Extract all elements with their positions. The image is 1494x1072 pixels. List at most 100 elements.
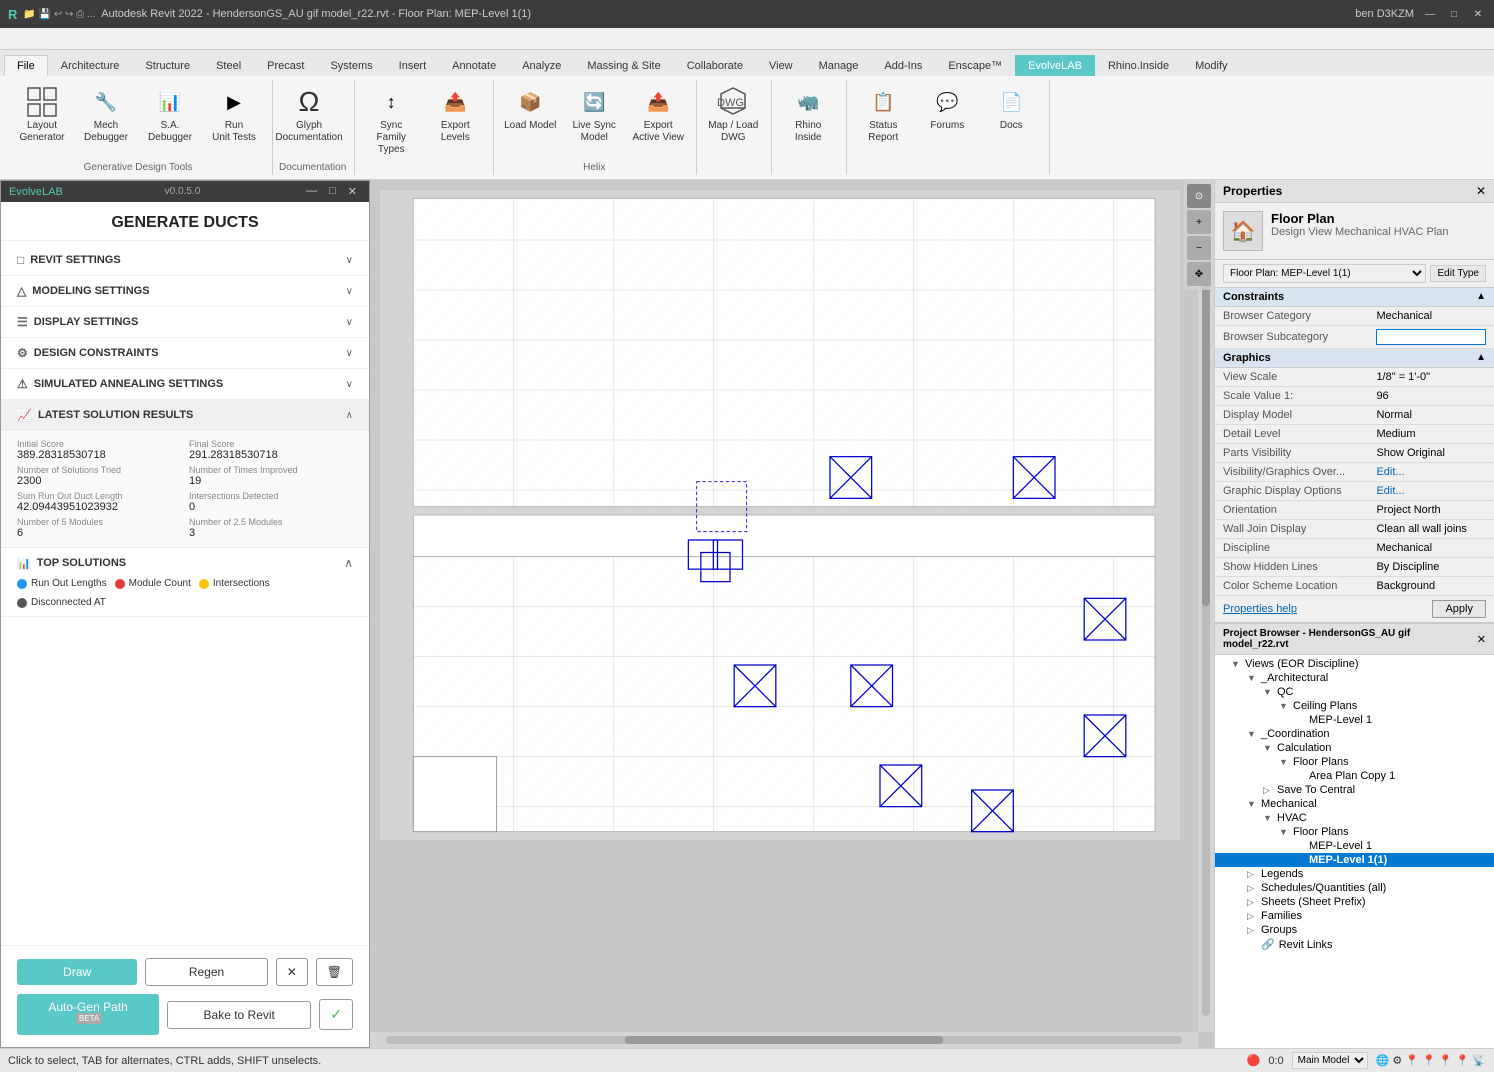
tab-view[interactable]: View — [756, 55, 806, 76]
tree-hvac-expand[interactable]: ▼ — [1263, 813, 1275, 823]
tree-arch-expand[interactable]: ▼ — [1247, 673, 1259, 683]
graphic-display-value[interactable]: Edit... — [1368, 482, 1494, 501]
tree-legends-expand[interactable]: ▷ — [1247, 869, 1259, 880]
horizontal-scrollbar[interactable] — [370, 1032, 1198, 1048]
properties-close-button[interactable]: ✕ — [1476, 184, 1486, 198]
tree-mech-expand[interactable]: ▼ — [1247, 799, 1259, 809]
tree-qc-expand[interactable]: ▼ — [1263, 687, 1275, 697]
vertical-scrollbar[interactable] — [1198, 180, 1214, 1032]
tab-steel[interactable]: Steel — [203, 55, 254, 76]
panel-close-button[interactable]: ✕ — [344, 185, 361, 198]
export-levels-button[interactable]: 📤 ExportLevels — [425, 84, 485, 146]
maximize-button[interactable]: □ — [1446, 6, 1462, 22]
canvas-area[interactable]: ⊙ + − ✥ — [370, 180, 1214, 1048]
tab-massing[interactable]: Massing & Site — [574, 55, 673, 76]
browser-subcategory-input[interactable] — [1376, 329, 1486, 345]
revit-settings-section[interactable]: □ REVIT SETTINGS ∨ — [1, 245, 369, 276]
visibility-graphics-value[interactable]: Edit... — [1368, 463, 1494, 482]
close-button[interactable]: ✕ — [1470, 6, 1486, 22]
constraints-section-header[interactable]: Constraints ▲ — [1215, 288, 1494, 307]
tree-legends[interactable]: ▷ Legends — [1215, 867, 1494, 881]
clear-button[interactable]: ✕ — [276, 958, 308, 986]
tree-mep-level1-arch[interactable]: MEP-Level 1 — [1215, 713, 1494, 727]
tree-schedules-expand[interactable]: ▷ — [1247, 883, 1259, 894]
forums-button[interactable]: 💬 Forums — [917, 84, 977, 134]
top-solutions-header[interactable]: 📊 TOP SOLUTIONS ∧ — [1, 548, 369, 574]
tab-file[interactable]: File — [4, 55, 48, 76]
floor-plan-canvas[interactable] — [380, 190, 1180, 840]
tree-mep-level1-hvac[interactable]: MEP-Level 1 — [1215, 839, 1494, 853]
regen-button[interactable]: Regen — [145, 958, 267, 986]
tab-addins[interactable]: Add-Ins — [871, 55, 935, 76]
tree-revit-links[interactable]: 🔗 Revit Links — [1215, 937, 1494, 952]
tab-manage[interactable]: Manage — [806, 55, 872, 76]
tree-expand-icon[interactable]: ▼ — [1231, 659, 1243, 669]
tree-fp-hvac-expand[interactable]: ▼ — [1279, 827, 1291, 837]
sa-debugger-button[interactable]: 📊 S.A.Debugger — [140, 84, 200, 146]
model-selector[interactable]: Main Model — [1292, 1052, 1368, 1069]
tab-rhinoinside[interactable]: Rhino.Inside — [1095, 55, 1182, 76]
simulated-annealing-section[interactable]: ⚠ SIMULATED ANNEALING SETTINGS ∨ — [1, 369, 369, 400]
tab-annotate[interactable]: Annotate — [439, 55, 509, 76]
scrollbar-thumb-v[interactable] — [1202, 278, 1210, 606]
tree-groups-expand[interactable]: ▷ — [1247, 925, 1259, 936]
modeling-settings-section[interactable]: △ MODELING SETTINGS ∨ — [1, 276, 369, 307]
confirm-button[interactable]: ✓ — [319, 999, 353, 1030]
load-model-button[interactable]: 📦 Load Model — [500, 84, 560, 134]
apply-button[interactable]: Apply — [1432, 600, 1486, 618]
tree-mep-level1-1[interactable]: MEP-Level 1(1) — [1215, 853, 1494, 867]
tree-coordination[interactable]: ▼ _Coordination — [1215, 727, 1494, 741]
tab-systems[interactable]: Systems — [317, 55, 385, 76]
display-settings-section[interactable]: ☰ DISPLAY SETTINGS ∨ — [1, 307, 369, 338]
tab-evolvelab[interactable]: EvolveLAB — [1015, 55, 1095, 76]
tree-calc-expand[interactable]: ▼ — [1263, 743, 1275, 753]
rhino-inside-button[interactable]: 🦏 RhinoInside — [778, 84, 838, 146]
latest-results-section[interactable]: 📈 LATEST SOLUTION RESULTS ∧ — [1, 400, 369, 431]
tree-ceiling-plans[interactable]: ▼ Ceiling Plans — [1215, 699, 1494, 713]
tree-floor-plans-hvac[interactable]: ▼ Floor Plans — [1215, 825, 1494, 839]
tree-calculation[interactable]: ▼ Calculation — [1215, 741, 1494, 755]
delete-button[interactable]: 🗑 — [316, 958, 353, 986]
tab-analyze[interactable]: Analyze — [509, 55, 574, 76]
mech-debugger-button[interactable]: 🔧 MechDebugger — [76, 84, 136, 146]
graphics-section-header[interactable]: Graphics ▲ — [1215, 349, 1494, 368]
docs-button[interactable]: 📄 Docs — [981, 84, 1041, 134]
properties-help-link[interactable]: Properties help — [1223, 603, 1297, 615]
map-load-dwg-button[interactable]: DWG Map / LoadDWG — [703, 84, 763, 146]
tree-coord-expand[interactable]: ▼ — [1247, 729, 1259, 739]
auto-gen-path-button[interactable]: Auto-Gen Path BETA — [17, 994, 159, 1035]
graphic-display-edit[interactable]: Edit... — [1376, 485, 1404, 497]
tree-views-eor[interactable]: ▼ Views (EOR Discipline) — [1215, 657, 1494, 671]
project-browser-tree[interactable]: ▼ Views (EOR Discipline) ▼ _Architectura… — [1215, 655, 1494, 1048]
tab-precast[interactable]: Precast — [254, 55, 317, 76]
draw-button[interactable]: Draw — [17, 959, 137, 985]
tab-structure[interactable]: Structure — [132, 55, 203, 76]
scrollbar-thumb-h[interactable] — [625, 1036, 943, 1044]
live-sync-button[interactable]: 🔄 Live SyncModel — [564, 84, 624, 146]
tree-groups[interactable]: ▷ Groups — [1215, 923, 1494, 937]
tree-families-expand[interactable]: ▷ — [1247, 911, 1259, 922]
nav-pan[interactable]: ✥ — [1187, 262, 1211, 286]
layout-generator-button[interactable]: LayoutGenerator — [12, 84, 72, 146]
tree-save-expand[interactable]: ▷ — [1263, 785, 1275, 796]
tree-floor-plans-coord[interactable]: ▼ Floor Plans — [1215, 755, 1494, 769]
tab-enscape[interactable]: Enscape™ — [935, 55, 1015, 76]
edit-type-button[interactable]: Edit Type — [1430, 265, 1486, 282]
tree-families[interactable]: ▷ Families — [1215, 909, 1494, 923]
nav-zoom-in[interactable]: + — [1187, 210, 1211, 234]
visibility-graphics-edit[interactable]: Edit... — [1376, 466, 1404, 478]
graphics-expand-icon[interactable]: ▲ — [1476, 352, 1486, 364]
nav-zoom-fit[interactable]: ⊙ — [1187, 184, 1211, 208]
export-active-view-button[interactable]: 📤 ExportActive View — [628, 84, 688, 146]
tree-qc[interactable]: ▼ QC — [1215, 685, 1494, 699]
tree-schedules[interactable]: ▷ Schedules/Quantities (all) — [1215, 881, 1494, 895]
run-unit-tests-button[interactable]: ▶ RunUnit Tests — [204, 84, 264, 146]
floor-plan-dropdown[interactable]: Floor Plan: MEP-Level 1(1) — [1223, 264, 1426, 283]
status-report-button[interactable]: 📋 StatusReport — [853, 84, 913, 146]
tree-architectural[interactable]: ▼ _Architectural — [1215, 671, 1494, 685]
tree-fp-coord-expand[interactable]: ▼ — [1279, 757, 1291, 767]
panel-minimize-button[interactable]: — — [302, 185, 321, 198]
project-browser-close-button[interactable]: ✕ — [1477, 633, 1486, 646]
constraints-expand-icon[interactable]: ▲ — [1476, 291, 1486, 303]
bake-to-revit-button[interactable]: Bake to Revit — [167, 1001, 311, 1029]
